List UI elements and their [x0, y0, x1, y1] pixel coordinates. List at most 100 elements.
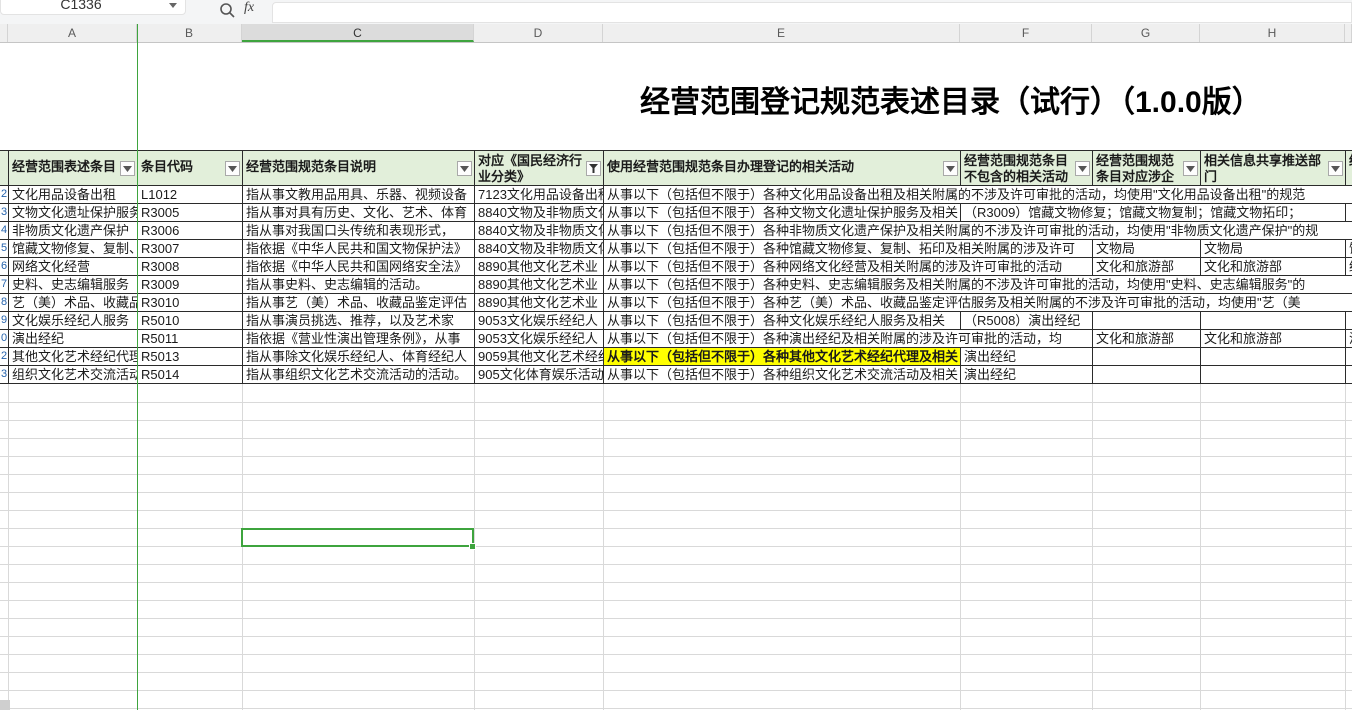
header-cell-b[interactable]: 条目代码 [138, 151, 242, 185]
header-cell-f[interactable]: 经营范围规范条目不包含的相关活动 [961, 151, 1092, 185]
cell-c[interactable]: 指从事演员挑选、推荐，以及艺术家 [243, 312, 474, 329]
column-header-f[interactable]: F [960, 24, 1092, 42]
filter-dropdown-button[interactable] [120, 161, 135, 176]
column-header-sliver[interactable] [0, 24, 8, 42]
cell-a[interactable]: 史料、史志编辑服务 [9, 276, 137, 293]
name-box[interactable]: C1336 [0, 0, 186, 15]
cell-i[interactable]: 馆 [1346, 240, 1352, 257]
cell-f[interactable]: 演出经纪 [961, 366, 1092, 383]
cell-a[interactable]: 文化娱乐经纪人服务 [9, 312, 137, 329]
cell-d[interactable]: 9053文化娱乐经纪人 [475, 330, 603, 347]
cell-e[interactable]: 从事以下（包括但不限于）各种文物文化遗址保护服务及相关 [604, 204, 960, 221]
cell-d[interactable]: 9053文化娱乐经纪人 [475, 312, 603, 329]
row-number[interactable]: 2 [0, 348, 8, 365]
selected-cell-outline[interactable] [241, 528, 474, 547]
cell-c[interactable]: 指从事艺（美）术品、收藏品鉴定评估 [243, 294, 474, 311]
cell-b[interactable]: R5013 [138, 348, 242, 365]
header-cell-e[interactable]: 使用经营范围规范条目办理登记的相关活动 [604, 151, 960, 185]
header-cell-c[interactable]: 经营范围规范条目说明 [243, 151, 474, 185]
cell-c[interactable]: 指从事对具有历史、文化、艺术、体育 [243, 204, 474, 221]
column-header-c[interactable]: C [242, 24, 474, 42]
row-number[interactable]: 3 [0, 204, 8, 221]
cell-c[interactable]: 指依据《中华人民共和国网络安全法》 [243, 258, 474, 275]
row-number[interactable]: 4 [0, 222, 8, 239]
row-number[interactable]: 7 [0, 276, 8, 293]
cell-d[interactable]: 8840文物及非物质文化 [475, 204, 603, 221]
cell-d[interactable]: 8890其他文化艺术业 [475, 276, 603, 293]
search-icon[interactable] [218, 1, 236, 24]
cell-a[interactable]: 文物文化遗址保护服务 [9, 204, 137, 221]
cell-a[interactable]: 网络文化经营 [9, 258, 137, 275]
cell-i[interactable]: 经 [1346, 258, 1352, 275]
header-cell-i[interactable]: 经 [1346, 151, 1352, 185]
cell-b[interactable]: R3008 [138, 258, 242, 275]
column-header-sliver[interactable] [1345, 24, 1352, 42]
cell-a[interactable]: 组织文化艺术交流活动 [9, 366, 137, 383]
cell-c[interactable]: 指从事文教用品用具、乐器、视频设备 [243, 186, 474, 203]
cell-g[interactable]: 文物局 [1093, 240, 1200, 257]
cell-b[interactable]: R3007 [138, 240, 242, 257]
cell-e[interactable]: 从事以下（包括但不限于）各种非物质文化遗产保护及相关附属的不涉及许可审批的活动，… [604, 222, 1352, 239]
cell-b[interactable]: R5014 [138, 366, 242, 383]
cell-f[interactable]: 演出经纪 [961, 348, 1092, 365]
cell-c[interactable]: 指从事除文化娱乐经纪人、体育经纪人 [243, 348, 474, 365]
cell-a[interactable]: 其他文化艺术经纪代理 [9, 348, 137, 365]
cell-e[interactable]: 从事以下（包括但不限于）各种文化用品设备出租及相关附属的不涉及许可审批的活动，均… [604, 186, 1352, 203]
column-header-e[interactable]: E [603, 24, 960, 42]
filter-dropdown-button[interactable] [1328, 161, 1343, 176]
column-header-d[interactable]: D [474, 24, 603, 42]
cell-g[interactable]: 文化和旅游部 [1093, 330, 1200, 347]
row-number[interactable]: 8 [0, 294, 8, 311]
row-number[interactable]: 3 [0, 366, 8, 383]
cell-a[interactable]: 馆藏文物修复、复制、 [9, 240, 137, 257]
cell-h[interactable]: 文物局 [1201, 240, 1345, 257]
cell-c[interactable]: 指依据《营业性演出管理条例》，从事 [243, 330, 474, 347]
cell-d[interactable]: 8840文物及非物质文化 [475, 240, 603, 257]
cell-d[interactable]: 9059其他文化艺术经纪 [475, 348, 603, 365]
row-number[interactable]: 5 [0, 240, 8, 257]
filter-dropdown-button[interactable] [225, 161, 240, 176]
header-cell-a[interactable]: 经营范围表述条目 [9, 151, 137, 185]
fill-handle[interactable] [469, 543, 476, 550]
cell-c[interactable]: 指依据《中华人民共和国文物保护法》 [243, 240, 474, 257]
cell-e[interactable]: 从事以下（包括但不限于）各种史料、史志编辑服务及相关附属的不涉及许可审批的活动，… [604, 276, 1352, 293]
cell-e[interactable]: 从事以下（包括但不限于）各种其他文化艺术经纪代理及相关 [604, 348, 960, 365]
column-header-g[interactable]: G [1092, 24, 1200, 42]
header-cell-g[interactable]: 经营范围规范条目对应涉企行 [1093, 151, 1200, 185]
cell-b[interactable]: R3009 [138, 276, 242, 293]
cell-c[interactable]: 指从事史料、史志编辑的活动。 [243, 276, 474, 293]
column-header-b[interactable]: B [137, 24, 242, 42]
cell-d[interactable]: 8840文物及非物质文化 [475, 222, 603, 239]
cell-a[interactable]: 非物质文化遗产保护 [9, 222, 137, 239]
filter-dropdown-button[interactable] [457, 161, 472, 176]
filter-funnel-button[interactable] [586, 161, 601, 176]
chevron-down-icon[interactable] [169, 3, 177, 8]
cell-c[interactable]: 指从事对我国口头传统和表现形式， [243, 222, 474, 239]
cell-b[interactable]: R3006 [138, 222, 242, 239]
cell-e[interactable]: 从事以下（包括但不限于）各种馆藏文物修复、复制、拓印及相关附属的涉及许可 [604, 240, 1092, 257]
row-number[interactable]: 2 [0, 186, 8, 203]
cell-d[interactable]: 7123文化用品设备出租 [475, 186, 603, 203]
cell-i[interactable]: 涉 [1346, 330, 1352, 347]
column-header-h[interactable]: H [1200, 24, 1345, 42]
column-header-a[interactable]: A [8, 24, 137, 42]
cell-g[interactable]: 文化和旅游部 [1093, 258, 1200, 275]
filter-dropdown-button[interactable] [1183, 161, 1198, 176]
cell-a[interactable]: 文化用品设备出租 [9, 186, 137, 203]
cell-e[interactable]: 从事以下（包括但不限于）各种演出经纪及相关附属的涉及许可审批的活动，均 [604, 330, 1092, 347]
row-number[interactable]: 6 [0, 258, 8, 275]
cell-e[interactable]: 从事以下（包括但不限于）各种文化娱乐经纪人服务及相关 [604, 312, 960, 329]
cell-e[interactable]: 从事以下（包括但不限于）各种网络文化经营及相关附属的涉及许可审批的活动 [604, 258, 1092, 275]
cell-h[interactable]: 文化和旅游部 [1201, 258, 1345, 275]
cell-f[interactable]: （R3009）馆藏文物修复；馆藏文物复制；馆藏文物拓印； [961, 204, 1345, 221]
header-cell-d[interactable]: 对应《国民经济行业分类》 [475, 151, 603, 185]
cell-a[interactable]: 演出经纪 [9, 330, 137, 347]
cell-e[interactable]: 从事以下（包括但不限于）各种组织文化艺术交流活动及相关 [604, 366, 960, 383]
cell-d[interactable]: 8890其他文化艺术业 [475, 294, 603, 311]
cell-d[interactable]: 905文化体育娱乐活动 [475, 366, 603, 383]
cell-a[interactable]: 艺（美）术品、收藏品 [9, 294, 137, 311]
formula-bar[interactable] [272, 2, 1352, 23]
filter-dropdown-button[interactable] [943, 161, 958, 176]
cell-e[interactable]: 从事以下（包括但不限于）各种艺（美）术品、收藏品鉴定评估服务及相关附属的不涉及许… [604, 294, 1352, 311]
cell-c[interactable]: 指从事组织文化艺术交流活动的活动。 [243, 366, 474, 383]
